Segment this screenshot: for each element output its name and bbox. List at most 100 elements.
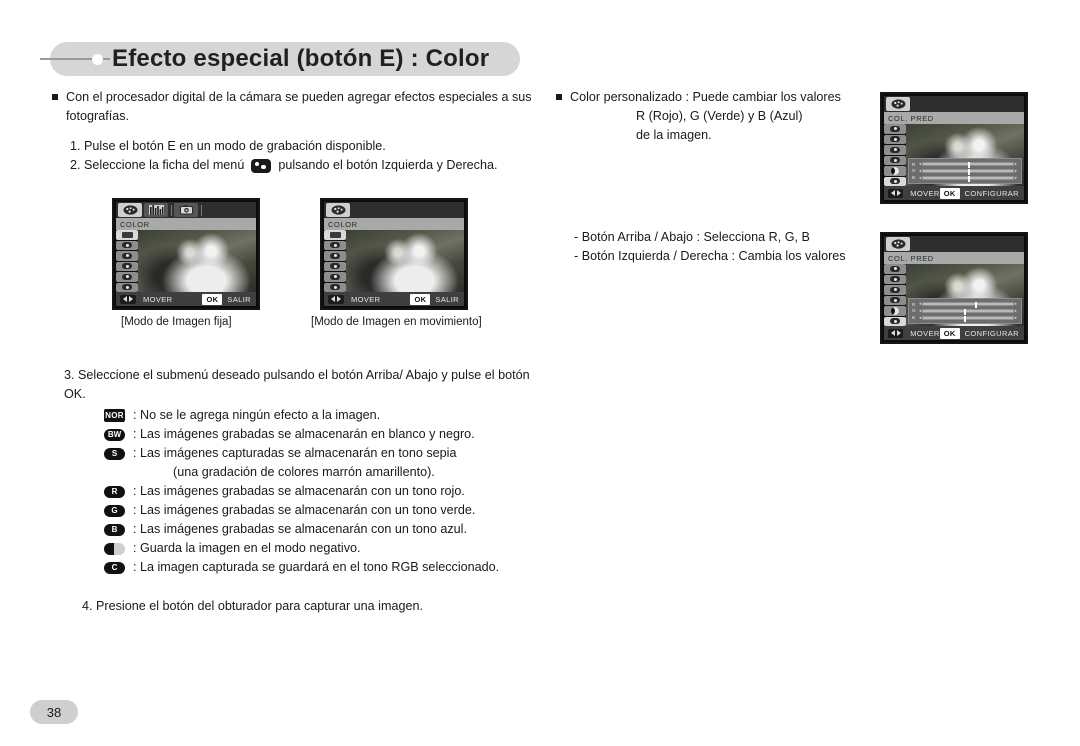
rgb-row-r-top[interactable]: R ◂ ▸ bbox=[912, 161, 1018, 169]
lcd-still-action-label: SALIR bbox=[227, 294, 251, 304]
tab-color-palette-custom-bottom[interactable] bbox=[886, 237, 910, 251]
lcd-custom-top-ok-button[interactable]: OK bbox=[939, 187, 960, 199]
sepia-icon: S bbox=[104, 447, 125, 460]
lcd-movie-preview-photo bbox=[346, 230, 464, 292]
tab-color-palette[interactable] bbox=[118, 203, 142, 217]
rgb-dec-r[interactable]: ◂ bbox=[919, 161, 921, 167]
rgb-knob-b[interactable] bbox=[968, 175, 970, 182]
rgb-dec-g[interactable]: ◂ bbox=[919, 168, 921, 174]
effect-option-bw-cb[interactable] bbox=[884, 264, 906, 274]
rgb-inc-b[interactable]: ▸ bbox=[1015, 175, 1017, 181]
rgb-row-b-top[interactable]: B ◂ ▸ bbox=[912, 175, 1018, 182]
rgb-inc-r[interactable]: ▸ bbox=[1015, 301, 1017, 307]
rgb-track-b[interactable] bbox=[922, 175, 1014, 182]
rgb-row-g-top[interactable]: G ◂ ▸ bbox=[912, 168, 1018, 175]
effect-option-bw[interactable] bbox=[116, 240, 138, 250]
effect-item-normal: NOR : No se le agrega ningún efecto a la… bbox=[104, 406, 534, 425]
rgb-dec-b[interactable]: ◂ bbox=[919, 175, 921, 181]
effect-option-red-cb[interactable] bbox=[884, 285, 906, 295]
right-column: Color personalizado : Puede cambiar los … bbox=[556, 88, 876, 145]
rgb-inc-r[interactable]: ▸ bbox=[1015, 161, 1017, 167]
rgb-track-g[interactable] bbox=[922, 308, 1014, 315]
effect-option-bw-movie[interactable] bbox=[324, 240, 346, 250]
lcd-still-ok-button[interactable]: OK bbox=[202, 293, 223, 305]
effect-option-negative-ct[interactable] bbox=[884, 166, 906, 176]
step-1: 1. Pulse el botón E en un modo de grabac… bbox=[70, 139, 386, 153]
effect-item-blue: B : Las imágenes grabadas se almacenarán… bbox=[104, 520, 534, 539]
intro-paragraph: Con el procesador digital de la cámara s… bbox=[52, 88, 532, 126]
rgb-row-b-bottom[interactable]: B ◂ ▸ bbox=[912, 315, 1018, 322]
lcd-still-inner: COLOR MOVER OK SALIR bbox=[116, 202, 256, 306]
left-right-arrows-icon bbox=[888, 328, 904, 338]
rgb-dec-g[interactable]: ◂ bbox=[919, 308, 921, 314]
effect-item-green: G : Las imágenes grabadas se almacenarán… bbox=[104, 501, 534, 520]
lcd-custom-bottom-ok-button[interactable]: OK bbox=[939, 327, 960, 339]
palette-icon bbox=[891, 99, 905, 109]
rgb-knob-r[interactable] bbox=[968, 162, 970, 169]
effect-option-custom-ct[interactable] bbox=[884, 176, 906, 186]
rgb-dec-r[interactable]: ◂ bbox=[919, 301, 921, 307]
effect-text-negative: : Guarda la imagen en el modo negativo. bbox=[133, 541, 361, 555]
effect-option-red[interactable] bbox=[116, 261, 138, 271]
lcd-movie-ok-button[interactable]: OK bbox=[410, 293, 431, 305]
lcd-movie-action-label: SALIR bbox=[435, 294, 459, 304]
tab-color-palette-custom-top[interactable] bbox=[886, 97, 910, 111]
rgb-track-r[interactable] bbox=[922, 302, 1014, 309]
rgb-inc-g[interactable]: ▸ bbox=[1015, 168, 1017, 174]
effect-option-green[interactable] bbox=[116, 272, 138, 282]
rgb-knob-g[interactable] bbox=[968, 168, 970, 175]
negative-icon bbox=[104, 542, 125, 555]
effect-option-green-cb[interactable] bbox=[884, 295, 906, 305]
lcd-custom-bottom-bottom-bar: MOVER OK CONFIGURAR bbox=[884, 326, 1024, 340]
effect-option-bw-ct[interactable] bbox=[884, 124, 906, 134]
lcd-movie-effect-list bbox=[324, 230, 346, 292]
square-bullet-icon bbox=[556, 94, 562, 100]
rgb-knob-b[interactable] bbox=[963, 315, 966, 322]
effect-option-negative-cb[interactable] bbox=[884, 306, 906, 316]
tab-camera[interactable] bbox=[174, 203, 198, 217]
button-notes: - Botón Arriba / Abajo : Selecciona R, G… bbox=[574, 228, 884, 266]
rgb-knob-r[interactable] bbox=[975, 302, 978, 309]
title-bullet-dot bbox=[92, 54, 103, 65]
effect-option-sepia-ct[interactable] bbox=[884, 134, 906, 144]
page-number: 38 bbox=[30, 700, 78, 724]
rgb-track-g[interactable] bbox=[922, 168, 1014, 175]
effect-item-negative: : Guarda la imagen en el modo negativo. bbox=[104, 539, 534, 558]
effect-option-blue[interactable] bbox=[116, 282, 138, 292]
effect-item-sepia: S : Las imágenes capturadas se almacenar… bbox=[104, 444, 534, 463]
rgb-knob-g[interactable] bbox=[963, 308, 966, 315]
effect-option-green-ct[interactable] bbox=[884, 155, 906, 165]
lcd-screen-still: COLOR MOVER OK SALIR bbox=[112, 198, 260, 310]
effect-option-sepia[interactable] bbox=[116, 251, 138, 261]
effect-option-custom-cb[interactable] bbox=[884, 316, 906, 326]
green-icon: G bbox=[104, 504, 125, 517]
tab-color-palette-movie[interactable] bbox=[326, 203, 350, 217]
intro-text: Con el procesador digital de la cámara s… bbox=[66, 90, 532, 123]
tab-histogram[interactable] bbox=[144, 203, 168, 217]
effect-option-blue-movie[interactable] bbox=[324, 282, 346, 292]
lcd-custom-bottom-action-label: CONFIGURAR bbox=[964, 328, 1019, 338]
effect-option-red-ct[interactable] bbox=[884, 145, 906, 155]
rgb-track-r[interactable] bbox=[922, 162, 1014, 169]
effect-option-normal-movie[interactable] bbox=[324, 230, 346, 240]
rgb-row-r-bottom[interactable]: R ◂ ▸ bbox=[912, 301, 1018, 309]
lcd-movie-menu-title: COLOR bbox=[324, 218, 464, 230]
effect-option-green-movie[interactable] bbox=[324, 272, 346, 282]
rgb-inc-b[interactable]: ▸ bbox=[1015, 315, 1017, 321]
rgb-dec-b[interactable]: ◂ bbox=[919, 315, 921, 321]
rgb-inc-g[interactable]: ▸ bbox=[1015, 308, 1017, 314]
effect-option-sepia-movie[interactable] bbox=[324, 251, 346, 261]
lcd-custom-top-bottom-bar: MOVER OK CONFIGURAR bbox=[884, 186, 1024, 200]
lcd-still-bottom-bar: MOVER OK SALIR bbox=[116, 292, 256, 306]
lcd-custom-bottom-inner: COL. PRED R ◂ ▸ G ◂ ▸ B ◂ ▸ MOVER OK CON… bbox=[884, 236, 1024, 340]
custom-color-paragraph: Color personalizado : Puede cambiar los … bbox=[556, 88, 876, 145]
rgb-row-g-bottom[interactable]: G ◂ ▸ bbox=[912, 308, 1018, 315]
effect-option-normal[interactable] bbox=[116, 230, 138, 240]
rgb-track-b[interactable] bbox=[922, 315, 1014, 322]
lcd-still-tab-row bbox=[116, 202, 256, 218]
step-3-text: 3. Seleccione el submenú deseado pulsand… bbox=[64, 368, 530, 401]
effect-option-red-movie[interactable] bbox=[324, 261, 346, 271]
lcd-custom-bottom-effect-list bbox=[884, 264, 906, 326]
effect-option-sepia-cb[interactable] bbox=[884, 274, 906, 284]
rgb-label-r: R bbox=[912, 301, 916, 307]
